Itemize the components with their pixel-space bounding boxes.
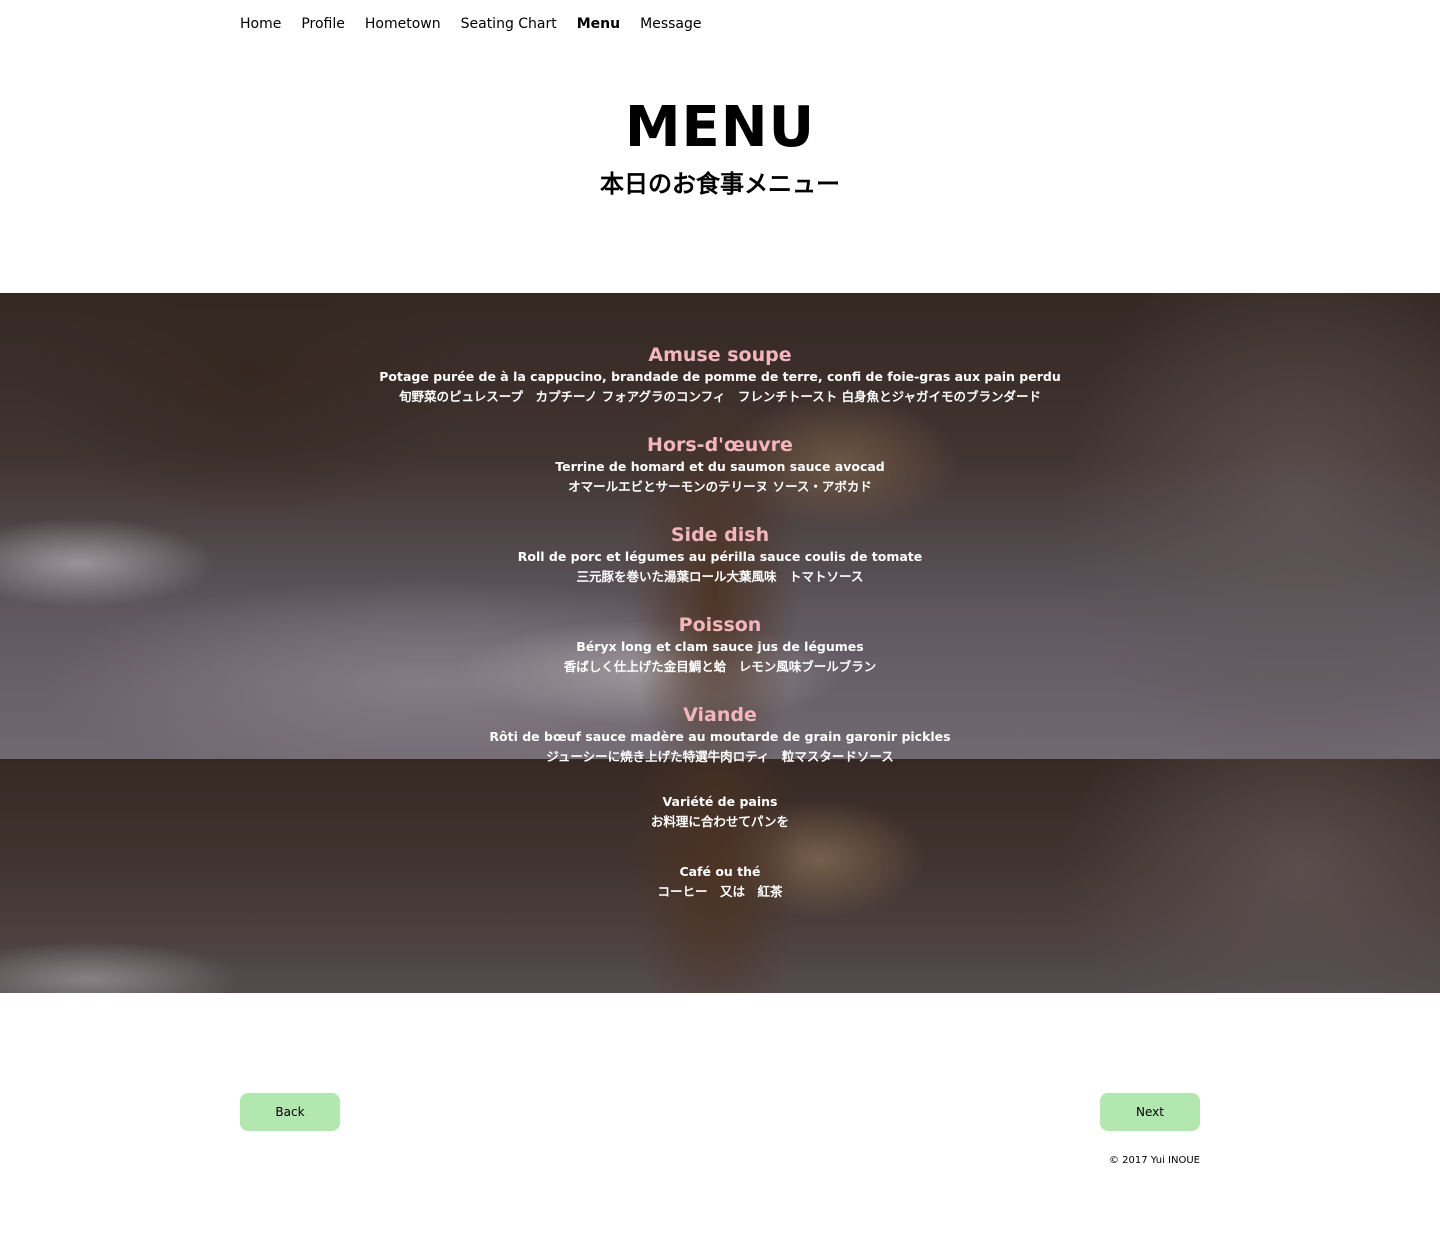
course-title: Poisson [678,614,762,636]
course-title: Hors-d'œuvre [647,434,793,456]
course-description-fr: Café ou thé [679,864,761,879]
page-heading: MENU 本日のお食事メニュー [0,96,1440,200]
nav-profile[interactable]: Profile [301,14,345,34]
course-description-fr: Roll de porc et légumes au périlla sauce… [517,549,923,564]
page-subtitle: 本日のお食事メニュー [600,170,840,198]
course-description-ja: 香ばしく仕上げた金目鯛と蛤 レモン風味ブールブラン [563,659,877,674]
nav-message[interactable]: Message [640,14,701,34]
copyright: © 2017 Yui INOUE [1108,1155,1200,1166]
course-description-ja: お料理に合わせてパンを [650,814,790,829]
course-description-ja: 旬野菜のピュレスープ カプチーノ フォアグラのコンフィ フレンチトースト 白身魚… [399,389,1041,404]
course-item: Poisson Béryx long et clam sauce jus de … [0,613,1440,677]
course-item: Amuse soupe Potage purée de à la cappuci… [0,343,1440,407]
top-nav: Home Profile Hometown Seating Chart Menu… [240,14,721,34]
course-description-ja: コーヒー 又は 紅茶 [657,884,783,899]
back-button[interactable]: Back [240,1093,340,1131]
course-description-fr: Rôti de bœuf sauce madère au moutarde de… [489,729,951,744]
course-item: Side dish Roll de porc et légumes au pér… [0,523,1440,587]
nav-menu[interactable]: Menu [577,14,620,34]
course-description-fr: Variété de pains [662,794,778,809]
course-item: Café ou thé コーヒー 又は 紅茶 [0,862,1440,902]
course-item: Viande Rôti de bœuf sauce madère au mout… [0,703,1440,767]
course-description-fr: Béryx long et clam sauce jus de légumes [576,639,864,654]
course-description-ja: 三元豚を巻いた湯葉ロール大葉風味 トマトソース [576,569,864,584]
course-description-ja: ジューシーに焼き上げた特選牛肉ロティ 粒マスタードソース [546,749,894,764]
nav-home[interactable]: Home [240,14,281,34]
page-title: MENU [624,95,816,160]
course-item: Hors-d'œuvre Terrine de homard et du sau… [0,433,1440,497]
course-item: Variété de pains お料理に合わせてパンを [0,792,1440,832]
course-description-fr: Terrine de homard et du saumon sauce avo… [555,459,885,474]
course-title: Side dish [670,524,770,546]
menu-section: Amuse soupe Potage purée de à la cappuci… [0,293,1440,993]
next-button[interactable]: Next [1100,1093,1200,1131]
course-description-fr: Potage purée de à la cappucino, brandade… [379,369,1061,384]
course-title: Amuse soupe [648,344,792,366]
nav-hometown[interactable]: Hometown [365,14,441,34]
course-description-ja: オマールエビとサーモンのテリーヌ ソース・アボカド [568,479,872,494]
course-title: Viande [683,704,757,726]
nav-seating-chart[interactable]: Seating Chart [461,14,557,34]
